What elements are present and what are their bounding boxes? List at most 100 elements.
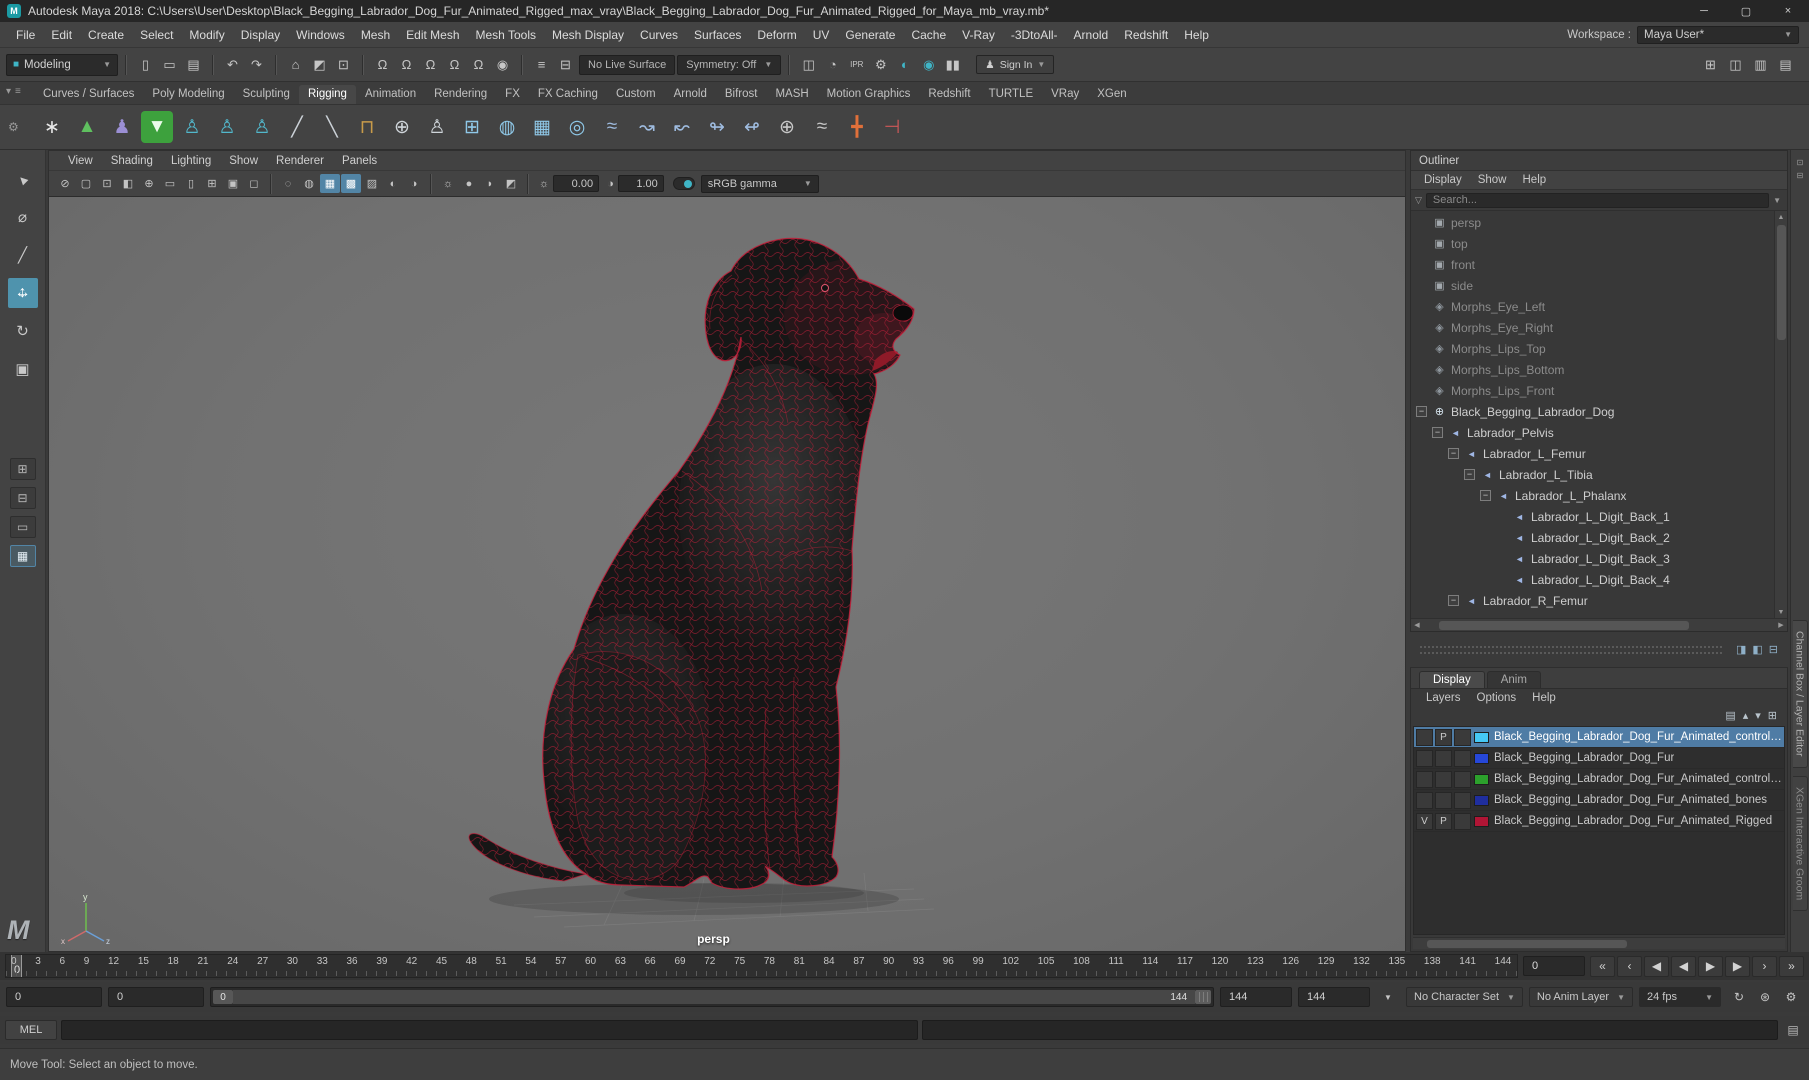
- layer-editor-scrollbar[interactable]: [1413, 937, 1785, 949]
- outliner-item[interactable]: top: [1411, 233, 1774, 254]
- point-constraint-icon[interactable]: ♙: [211, 111, 243, 143]
- shadows-icon[interactable]: ●: [459, 174, 479, 193]
- construction-history-icon[interactable]: ≡: [530, 54, 553, 76]
- outliner-vertical-scrollbar[interactable]: ▲ ▼: [1774, 211, 1787, 618]
- close-button[interactable]: ×: [1767, 0, 1809, 22]
- restore-button[interactable]: ▢: [1725, 0, 1767, 22]
- pose-interpolator-icon[interactable]: ⊕: [771, 111, 803, 143]
- viewport-canvas[interactable]: y x z persp: [49, 197, 1405, 951]
- layer-editor-tab[interactable]: Anim: [1486, 671, 1541, 688]
- shelf-tab[interactable]: Sculpting: [234, 85, 299, 104]
- layer-playback-toggle[interactable]: P: [1435, 812, 1452, 830]
- outliner-item[interactable]: Morphs_Lips_Front: [1411, 380, 1774, 401]
- current-time-field[interactable]: 0: [1523, 956, 1585, 976]
- outliner-item[interactable]: Labrador_L_Digit_Back_2: [1411, 527, 1774, 548]
- go-to-end-button[interactable]: »: [1779, 955, 1804, 977]
- film-gate-icon[interactable]: ▭: [160, 174, 180, 193]
- playback-start-field[interactable]: 0: [108, 987, 204, 1007]
- sign-in-button[interactable]: ♟ Sign In ▼: [976, 55, 1055, 74]
- quick-layout-widget-1[interactable]: ⊞: [9, 458, 36, 480]
- shelf-tab[interactable]: Curves / Surfaces: [34, 85, 143, 104]
- save-scene-icon[interactable]: ▤: [182, 54, 205, 76]
- expand-toggle-icon[interactable]: [1416, 406, 1427, 417]
- shelf-tab[interactable]: FX: [496, 85, 529, 104]
- lasso-tool[interactable]: ⌀: [8, 202, 38, 232]
- menu-item[interactable]: -3DtoAll-: [1003, 28, 1066, 42]
- two-pane-view-icon[interactable]: ◫: [1724, 54, 1747, 76]
- render-setup-icon[interactable]: ◉: [917, 54, 940, 76]
- outliner-menu-item[interactable]: Show: [1471, 174, 1514, 186]
- select-tool[interactable]: ▲: [8, 164, 38, 194]
- outliner-item[interactable]: Morphs_Lips_Top: [1411, 338, 1774, 359]
- mirror-joint-icon[interactable]: ╋: [841, 111, 873, 143]
- color-management-toggle[interactable]: [672, 177, 695, 190]
- safe-action-icon[interactable]: ▣: [223, 174, 243, 193]
- shelf-tab[interactable]: Animation: [356, 85, 425, 104]
- panel-menu-item[interactable]: Shading: [102, 155, 162, 167]
- outliner-item[interactable]: Labrador_L_Femur: [1411, 443, 1774, 464]
- outliner-menu-item[interactable]: Display: [1417, 174, 1469, 186]
- joint-size-icon[interactable]: ∗: [36, 111, 68, 143]
- shelf-tab[interactable]: FX Caching: [529, 85, 607, 104]
- hypershade-icon[interactable]: ◐: [893, 54, 916, 76]
- single-pane-layout-button[interactable]: ▭: [9, 516, 36, 538]
- menu-item[interactable]: Edit: [43, 28, 80, 42]
- panel-menu-item[interactable]: View: [59, 155, 102, 167]
- use-default-material-icon[interactable]: ▨: [362, 174, 382, 193]
- redo-icon[interactable]: ↷: [245, 54, 268, 76]
- layer-display-type-toggle[interactable]: [1454, 812, 1471, 830]
- gamma-icon[interactable]: ◑: [607, 178, 614, 190]
- outliner-item[interactable]: Black_Begging_Labrador_Dog: [1411, 401, 1774, 422]
- scrollbar-thumb[interactable]: [1439, 620, 1689, 630]
- outliner-item[interactable]: Morphs_Lips_Bottom: [1411, 359, 1774, 380]
- snap-to-point-icon[interactable]: Ω: [419, 54, 442, 76]
- gear-icon[interactable]: ⚙: [8, 120, 19, 134]
- layer-editor-tab[interactable]: Display: [1419, 671, 1485, 688]
- select-by-component-icon[interactable]: ⊡: [332, 54, 355, 76]
- pause-viewport-icon[interactable]: ▮▮: [941, 54, 964, 76]
- menu-set-dropdown[interactable]: ■ Modeling ▼: [6, 53, 118, 76]
- range-end-handle[interactable]: [1195, 990, 1212, 1004]
- occlusion-icon[interactable]: ◗: [480, 174, 500, 193]
- mirror-skin-weights-icon[interactable]: ╲: [316, 111, 348, 143]
- four-pane-view-icon[interactable]: ▤: [1774, 54, 1797, 76]
- two-d-pan-zoom-icon[interactable]: ⊕: [139, 174, 159, 193]
- new-scene-icon[interactable]: ▯: [134, 54, 157, 76]
- channel-box-toggle-icon[interactable]: ◨: [1736, 643, 1746, 656]
- outliner-item[interactable]: front: [1411, 254, 1774, 275]
- scale-tool[interactable]: ▣: [8, 354, 38, 384]
- wireframe-on-shaded-icon[interactable]: ▦: [320, 174, 340, 193]
- layer-visibility-toggle[interactable]: V: [1416, 812, 1433, 830]
- open-scene-icon[interactable]: ▭: [158, 54, 181, 76]
- character-set-dropdown[interactable]: No Character Set ▼: [1406, 987, 1523, 1007]
- live-surface-field[interactable]: No Live Surface: [579, 54, 676, 75]
- wire-tool-icon[interactable]: ↝: [631, 111, 663, 143]
- outliner-horizontal-scrollbar[interactable]: ◀ ▶: [1411, 618, 1787, 631]
- outliner-item[interactable]: Morphs_Eye_Right: [1411, 317, 1774, 338]
- quick-layout-widget-2[interactable]: ⊟: [9, 487, 36, 509]
- xray-icon[interactable]: ◐: [383, 174, 403, 193]
- layer-visibility-toggle[interactable]: [1416, 728, 1433, 746]
- paint-skin-weights-icon[interactable]: ╱: [281, 111, 313, 143]
- render-settings-icon[interactable]: ⚙: [869, 54, 892, 76]
- move-layer-up-icon[interactable]: ▴: [1743, 709, 1749, 722]
- outliner-item[interactable]: Labrador_L_Digit_Back_4: [1411, 569, 1774, 590]
- panel-menu-item[interactable]: Panels: [333, 155, 386, 167]
- layer-visibility-toggle[interactable]: [1416, 770, 1433, 788]
- step-forward-frame-button[interactable]: ▶: [1725, 955, 1750, 977]
- menu-item[interactable]: Arnold: [1066, 28, 1117, 42]
- play-backwards-button[interactable]: ◀: [1671, 955, 1696, 977]
- display-layer-row[interactable]: Black_Begging_Labrador_Dog_Fur_Animated_…: [1414, 769, 1784, 790]
- menu-item[interactable]: V-Ray: [954, 28, 1003, 42]
- outliner-item[interactable]: Labrador_R_Femur: [1411, 590, 1774, 611]
- expand-toggle-icon[interactable]: [1480, 490, 1491, 501]
- script-editor-icon[interactable]: ▤: [1782, 1020, 1804, 1040]
- panel-menu-item[interactable]: Show: [220, 155, 267, 167]
- layer-editor-toggle-icon[interactable]: ◧: [1752, 643, 1762, 656]
- go-to-start-button[interactable]: «: [1590, 955, 1615, 977]
- display-layer-row[interactable]: Black_Begging_Labrador_Dog_Fur_Animated_…: [1414, 790, 1784, 811]
- range-bar[interactable]: 144: [233, 990, 1196, 1004]
- anti-alias-icon[interactable]: ◩: [501, 174, 521, 193]
- tab-channel-box-layer-editor[interactable]: Channel Box / Layer Editor: [1792, 620, 1808, 768]
- layer-color-swatch[interactable]: [1474, 815, 1489, 827]
